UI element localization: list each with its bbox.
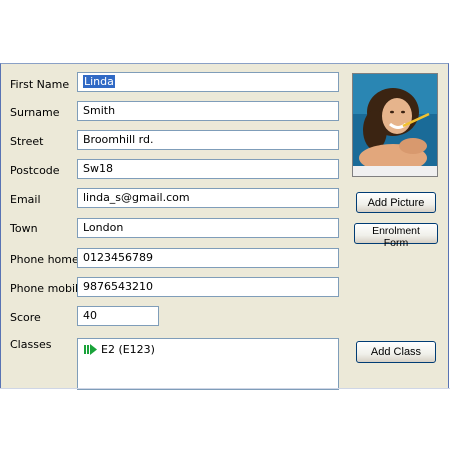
student-photo (352, 73, 438, 177)
arrow-icon (84, 344, 97, 355)
phone-mobile-field[interactable]: 9876543210 (77, 277, 339, 297)
class-item-text: E2 (E123) (101, 343, 155, 356)
email-label: Email (10, 193, 41, 206)
add-class-button[interactable]: Add Class (356, 341, 436, 363)
town-field[interactable]: London (77, 218, 339, 238)
window-bottom-edge (0, 388, 450, 389)
score-field[interactable]: 40 (77, 306, 159, 326)
add-picture-button[interactable]: Add Picture (356, 192, 436, 213)
first-name-value: Linda (83, 75, 115, 88)
phone-mobile-label: Phone mobile (10, 282, 85, 295)
classes-listbox[interactable]: E2 (E123) (77, 338, 339, 390)
classes-label: Classes (10, 338, 52, 351)
enrolment-form-button[interactable]: Enrolment Form (354, 223, 438, 249)
surname-label: Surname (10, 106, 60, 119)
street-label: Street (10, 135, 44, 148)
first-name-field[interactable]: Linda (77, 72, 339, 92)
postcode-label: Postcode (10, 164, 60, 177)
town-label: Town (10, 222, 38, 235)
surname-field[interactable]: Smith (77, 101, 339, 121)
first-name-label: First Name (10, 78, 70, 91)
list-item[interactable]: E2 (E123) (84, 343, 155, 356)
score-label: Score (10, 311, 41, 324)
phone-home-label: Phone home (10, 253, 79, 266)
postcode-field[interactable]: Sw18 (77, 159, 339, 179)
street-field[interactable]: Broomhill rd. (77, 130, 339, 150)
phone-home-field[interactable]: 0123456789 (77, 248, 339, 268)
email-field[interactable]: linda_s@gmail.com (77, 188, 339, 208)
